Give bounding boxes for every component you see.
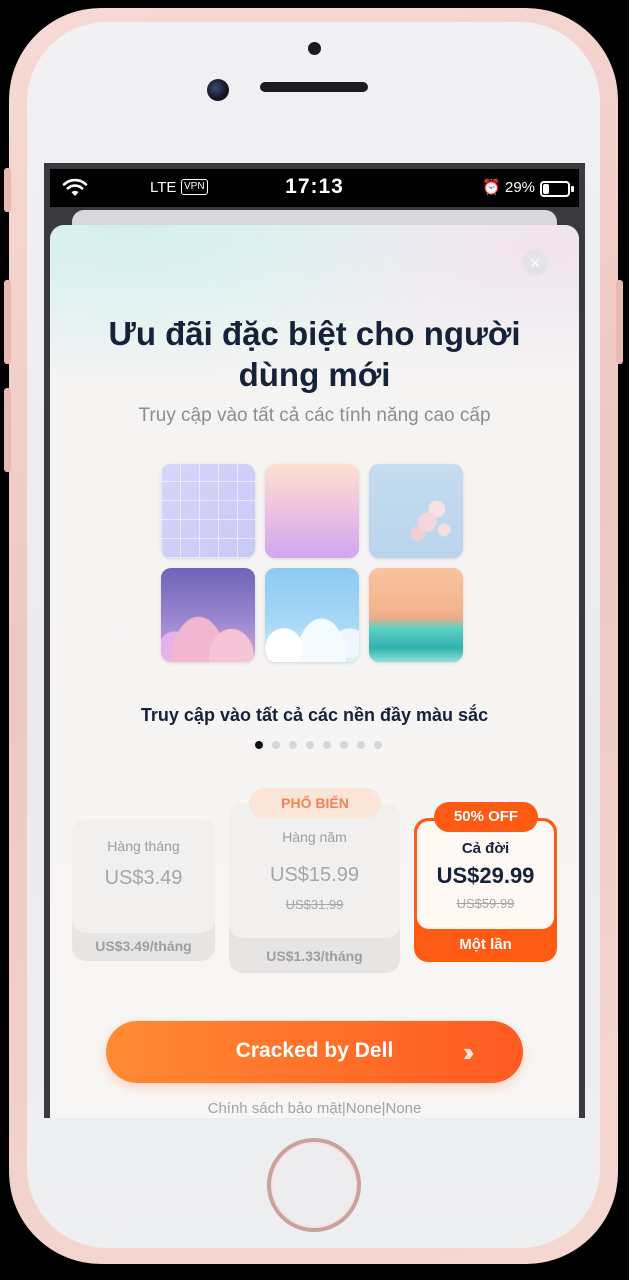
wallpaper-gallery[interactable]: [161, 464, 467, 662]
offer-subtitle: Truy cập vào tất cả các tính năng cao cấ…: [138, 405, 491, 426]
alarm-icon: ⏰: [482, 179, 501, 196]
plan-yearly-footer: US$1.33/tháng: [266, 948, 363, 964]
purple-clouds-wallpaper: [161, 568, 255, 662]
gallery-caption: Truy cập vào tất cả các nền đầy màu sắc: [140, 705, 489, 725]
page-dot[interactable]: [374, 741, 382, 749]
cherry-blossom-wallpaper: [369, 464, 463, 558]
page-dot[interactable]: [323, 741, 331, 749]
grid-lavender-wallpaper: [161, 464, 255, 558]
offer-title: Ưu đãi đặc biệt cho người dùng mới: [108, 315, 521, 393]
power-button: [616, 280, 623, 364]
page-dot[interactable]: [272, 741, 280, 749]
blue-clouds-wallpaper: [265, 568, 359, 662]
front-camera: [207, 79, 229, 101]
peach-purple-gradient-wallpaper: [265, 464, 359, 558]
plan-lifetime[interactable]: Cả đời US$29.99 US$59.99 Một lần: [414, 818, 557, 962]
purchase-button-label: Cracked by Dell: [235, 1039, 394, 1062]
premium-offer-sheet: × Ưu đãi đặc biệt cho người dùng mới Tru…: [50, 225, 579, 1118]
footer-links[interactable]: Chính sách bảo mật|None|None: [50, 1100, 579, 1117]
battery-percentage: 29%: [505, 179, 536, 196]
page-dot[interactable]: [340, 741, 348, 749]
plan-lifetime-footer: Một lần: [459, 936, 512, 953]
plan-yearly[interactable]: Hàng năm US$15.99 US$31.99 US$1.33/tháng: [229, 803, 400, 973]
discount-badge: 50% OFF: [434, 802, 538, 832]
proximity-sensor: [308, 42, 321, 55]
plan-lifetime-price: US$29.99: [436, 863, 535, 888]
popular-badge: PHỔ BIẾN: [249, 788, 381, 818]
plan-yearly-price: US$15.99: [270, 864, 359, 886]
volume-down-button: [4, 388, 11, 472]
plan-monthly-name: Hàng tháng: [107, 838, 180, 854]
earpiece-speaker: [260, 82, 368, 92]
plan-monthly-footer: US$3.49/tháng: [95, 938, 192, 954]
status-bar: LTE VPN 17:13 ⏰ 29%: [50, 169, 579, 207]
volume-up-button: [4, 280, 11, 364]
plan-lifetime-name: Cả đời: [461, 840, 510, 857]
plan-lifetime-old-price: US$59.99: [456, 896, 515, 911]
plan-yearly-name: Hàng năm: [282, 829, 347, 845]
battery-level: [543, 184, 549, 194]
mute-switch: [4, 168, 11, 212]
beach-sunset-wallpaper: [369, 568, 463, 662]
double-chevron-right-icon: ››: [463, 1037, 475, 1067]
page-dot[interactable]: [357, 741, 365, 749]
plan-yearly-old-price: US$31.99: [285, 897, 344, 912]
page-dot[interactable]: [255, 741, 263, 749]
purchase-button[interactable]: Cracked by Dell ››: [106, 1021, 523, 1083]
page-dot[interactable]: [306, 741, 314, 749]
plan-monthly-price: US$3.49: [104, 867, 183, 889]
plan-monthly[interactable]: Hàng tháng US$3.49 US$3.49/tháng: [72, 819, 215, 961]
page-dot[interactable]: [289, 741, 297, 749]
close-button[interactable]: ×: [522, 250, 548, 276]
home-button[interactable]: [267, 1138, 361, 1232]
battery-icon: [540, 181, 574, 197]
close-icon: ×: [529, 253, 541, 273]
screen: LTE VPN 17:13 ⏰ 29% × Ưu đãi đặc biệt ch…: [44, 163, 585, 1118]
